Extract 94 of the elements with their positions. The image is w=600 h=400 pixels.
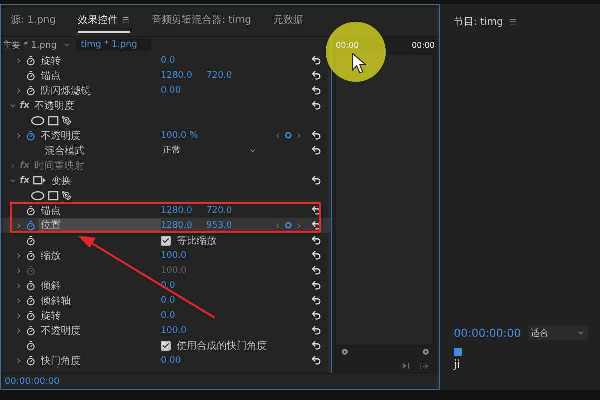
- reset-icon[interactable]: [311, 205, 322, 216]
- property-value[interactable]: 100.0 %: [161, 130, 198, 140]
- property-label: 快门角度: [40, 354, 82, 368]
- property-value[interactable]: 0.0: [161, 296, 176, 306]
- property-value[interactable]: 100.0: [161, 250, 187, 260]
- panel-tab[interactable]: 源: 1.png: [11, 8, 56, 32]
- reset-icon[interactable]: [311, 340, 322, 351]
- ruler-time: 00:00: [336, 40, 360, 50]
- property-value[interactable]: 720.0: [206, 70, 232, 80]
- clip-label: ji: [454, 358, 462, 371]
- stopwatch-icon[interactable]: [26, 130, 36, 140]
- reset-icon[interactable]: [311, 130, 322, 141]
- property-value[interactable]: 1280.0: [161, 206, 192, 216]
- playhead-marker[interactable]: [454, 348, 462, 356]
- reset-icon[interactable]: [311, 280, 322, 291]
- timecode[interactable]: 00:00:00:00: [5, 376, 60, 386]
- fx-toggle[interactable]: fx: [20, 176, 30, 186]
- property-label: 锚点: [40, 204, 62, 218]
- reset-icon[interactable]: [311, 145, 322, 156]
- reset-icon[interactable]: [311, 325, 322, 336]
- previous-keyframe-icon[interactable]: [274, 132, 282, 140]
- export-icon[interactable]: [420, 362, 429, 370]
- property-value[interactable]: 0.00: [161, 86, 182, 96]
- property-value[interactable]: 100.0: [161, 326, 187, 336]
- sequence-clip-label[interactable]: timg * 1.png: [76, 39, 152, 51]
- property-label: 缩放: [40, 250, 62, 262]
- property-value[interactable]: 0.0: [161, 56, 176, 66]
- rectangle-mask-icon[interactable]: [48, 190, 59, 200]
- property-label: 不透明度: [40, 130, 82, 142]
- checkbox-label: 使用合成的快门角度: [176, 340, 268, 352]
- menu-icon[interactable]: [509, 18, 518, 26]
- property-label: 旋转: [40, 54, 62, 68]
- checkbox[interactable]: [161, 340, 171, 350]
- expand-icon[interactable]: [15, 132, 23, 140]
- reset-icon[interactable]: [311, 310, 322, 321]
- property-label: 不透明度: [40, 324, 82, 338]
- dropdown-icon[interactable]: [62, 41, 71, 49]
- keyframe-icon[interactable]: [285, 132, 292, 139]
- property-label: 倾斜: [40, 280, 62, 292]
- reset-icon[interactable]: [311, 250, 322, 261]
- property-label: 防闪烁滤镜: [40, 84, 92, 98]
- expand-icon[interactable]: [15, 356, 23, 364]
- reset-icon[interactable]: [311, 175, 322, 186]
- property-value[interactable]: 1280.0: [161, 220, 192, 230]
- pen-icon[interactable]: [62, 190, 72, 200]
- timecode[interactable]: 00:00:00:00: [454, 326, 522, 340]
- reset-icon[interactable]: [311, 220, 322, 231]
- ellipse-mask-icon[interactable]: [31, 190, 45, 200]
- next-keyframe-icon[interactable]: [295, 132, 303, 140]
- panel-tab[interactable]: 元数据: [273, 8, 304, 32]
- property-value[interactable]: 953.0: [206, 220, 232, 230]
- reset-icon[interactable]: [311, 55, 322, 66]
- property-label: 倾斜轴: [40, 294, 72, 308]
- reset-icon[interactable]: [311, 295, 322, 306]
- panel-tab[interactable]: 效果控件: [78, 8, 130, 32]
- rectangle-mask-icon[interactable]: [48, 116, 59, 126]
- expand-icon[interactable]: [15, 86, 23, 94]
- property-value[interactable]: 1280.0: [161, 70, 192, 80]
- effect-label: 变换: [50, 174, 73, 188]
- cursor-icon: [352, 52, 368, 74]
- property-value[interactable]: 720.0: [206, 206, 232, 216]
- ellipse-mask-icon[interactable]: [31, 116, 45, 126]
- reset-icon[interactable]: [311, 355, 322, 366]
- menu-icon[interactable]: [122, 16, 130, 24]
- reset-icon[interactable]: [311, 70, 322, 81]
- expand-icon[interactable]: [9, 162, 17, 170]
- zoom-dropdown[interactable]: 适合: [528, 326, 588, 340]
- caret-icon: [577, 329, 585, 337]
- property-value[interactable]: 0.00: [161, 356, 182, 366]
- checkbox[interactable]: [161, 236, 171, 246]
- transform-icon: [32, 176, 47, 185]
- expand-icon[interactable]: [15, 222, 23, 230]
- keyframe-icon[interactable]: [285, 222, 292, 229]
- panel-title: 节目: timg: [454, 16, 504, 29]
- master-clip-label: 主要 * 1.png: [3, 40, 57, 52]
- property-label: 旋转: [40, 310, 62, 322]
- checkbox-label: 等比缩放: [176, 234, 218, 248]
- expand-icon[interactable]: [15, 56, 23, 64]
- next-keyframe-icon[interactable]: [295, 222, 303, 230]
- cursor-highlight: [326, 22, 386, 82]
- property-label: 混合模式: [44, 144, 86, 158]
- pen-icon[interactable]: [62, 116, 72, 126]
- effect-label: 不透明度: [34, 100, 76, 112]
- previous-keyframe-icon[interactable]: [274, 222, 282, 230]
- reset-icon[interactable]: [311, 85, 322, 96]
- fx-toggle[interactable]: fx: [20, 100, 30, 110]
- ruler-time: 00:00: [412, 40, 435, 50]
- reset-icon[interactable]: [311, 100, 322, 111]
- property-label: 锚点: [40, 70, 62, 82]
- panel-tab[interactable]: 音频剪辑混合器: timg: [152, 8, 252, 32]
- reset-icon[interactable]: [311, 235, 322, 246]
- property-label: 位置: [39, 219, 161, 232]
- property-value[interactable]: 0.0: [161, 310, 176, 320]
- effect-label: 时间重映射: [34, 160, 86, 172]
